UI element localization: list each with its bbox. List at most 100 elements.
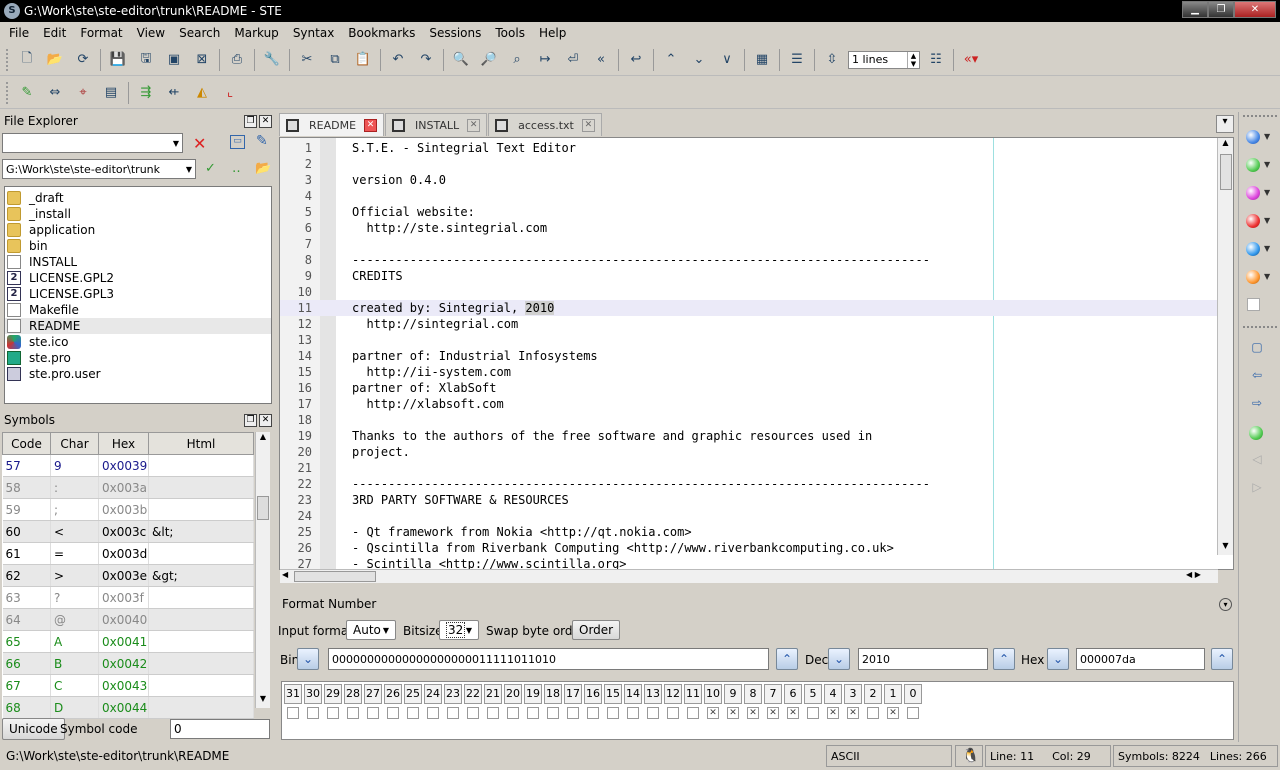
tab-access[interactable]: access.txt ✕ (488, 113, 602, 136)
apply-lines-icon[interactable]: ☷ (925, 49, 947, 71)
tab-install[interactable]: INSTALL ✕ (385, 113, 488, 136)
menu-format[interactable]: Format (73, 26, 129, 40)
editor-hscroll[interactable]: ◀ ◀ ▶ (280, 569, 1218, 583)
menu-sessions[interactable]: Sessions (422, 26, 488, 40)
editor-line[interactable]: 16 partner of: XlabSoft (280, 380, 1217, 396)
unindent-icon[interactable]: ⇷ (163, 82, 185, 104)
back-icon[interactable]: « (590, 49, 612, 71)
goto-icon[interactable]: ↦ (534, 49, 556, 71)
editor-line[interactable]: 27 - Scintilla <http://www.scintilla.org> (280, 556, 1217, 569)
editor-line[interactable]: 3 version 0.4.0 (280, 172, 1217, 188)
bit-checkbox[interactable] (807, 707, 819, 719)
bitsize-select[interactable]: 32 ▼ (439, 620, 479, 640)
tree-item[interactable]: _install (5, 206, 271, 222)
table-row[interactable]: 59; 0x003b (2, 498, 254, 521)
column-header-hex[interactable]: Hex (98, 432, 149, 455)
tree-item[interactable]: _draft (5, 190, 271, 206)
editor-line[interactable]: 22 --------------------------------------… (280, 476, 1217, 492)
editor-line[interactable]: 26 - Qscintilla from Riverbank Computing … (280, 540, 1217, 556)
editor-line[interactable]: 4 (280, 188, 1217, 204)
restore-button[interactable]: ❐ (1208, 1, 1234, 18)
symbol-code-input[interactable]: 0 (170, 719, 270, 739)
bit-checkbox[interactable]: ✕ (827, 707, 839, 719)
editor-vscroll[interactable]: ▲ ▼ (1217, 138, 1233, 555)
bit-checkbox[interactable] (627, 707, 639, 719)
paste-icon[interactable]: 📋 (352, 49, 374, 71)
float-panel-icon[interactable]: ❐ (244, 413, 257, 427)
editor-line[interactable]: 20 project. (280, 444, 1217, 460)
path-combo[interactable]: G:\Work\ste\ste-editor\trunk ▼ (2, 159, 196, 179)
tab-readme[interactable]: README ✕ (279, 113, 385, 136)
find-next-icon[interactable]: 🔎 (478, 49, 500, 71)
bit-checkbox[interactable] (367, 707, 379, 719)
orange-marker-icon[interactable] (1246, 270, 1260, 284)
tree-item[interactable]: Makefile (5, 302, 271, 318)
collapse-icon[interactable]: ▾ (1219, 597, 1232, 611)
corner-icon[interactable]: ⌞ (219, 82, 241, 104)
bit-checkbox[interactable] (287, 707, 299, 719)
table-row[interactable]: 61 = 0x003d (2, 542, 254, 565)
table-row[interactable]: 60 <0x003c &lt; (2, 520, 254, 543)
editor-line[interactable]: 7 (280, 236, 1217, 252)
bit-checkbox[interactable]: ✕ (847, 707, 859, 719)
clear-filter-icon[interactable]: ✕ (193, 134, 206, 153)
bit-checkbox[interactable] (307, 707, 319, 719)
bit-checkbox[interactable] (327, 707, 339, 719)
minimize-button[interactable]: ▁ (1182, 1, 1208, 18)
disk-icon[interactable]: ▤ (100, 82, 122, 104)
bit-checkbox[interactable] (407, 707, 419, 719)
lines-spinbox[interactable]: 1 lines ▲ ▼ (848, 50, 920, 69)
green-marker-icon[interactable] (1246, 158, 1260, 172)
table-row[interactable]: 68 D 0x0044 (2, 696, 254, 719)
bit-checkbox[interactable] (867, 707, 879, 719)
hex-down-icon[interactable]: ⌄ (1047, 648, 1069, 670)
bit-checkbox[interactable]: ✕ (727, 707, 739, 719)
bit-checkbox[interactable] (607, 707, 619, 719)
editor-line[interactable]: 2 (280, 156, 1217, 172)
bit-checkbox[interactable] (547, 707, 559, 719)
editor-line[interactable]: 19 Thanks to the authors of the free soft… (280, 428, 1217, 444)
float-panel-icon[interactable]: ❐ (244, 114, 257, 128)
palette-icon[interactable]: ▦ (751, 49, 773, 71)
table-row[interactable]: 62 >0x003e &gt; (2, 564, 254, 587)
order-button[interactable]: Order (572, 620, 621, 640)
bit-checkbox[interactable]: ✕ (767, 707, 779, 719)
tab-list-icon[interactable]: ▾ (1216, 115, 1234, 133)
bit-checkbox[interactable] (347, 707, 359, 719)
save-as-icon[interactable]: 🖫 (135, 49, 157, 71)
browse-folder-icon[interactable]: 📂 (255, 161, 271, 176)
bit-checkbox[interactable] (667, 707, 679, 719)
table-row[interactable]: 57 9 0x0039 (2, 454, 254, 477)
table-row[interactable]: 58:0x003a (2, 476, 254, 499)
menu-tools[interactable]: Tools (488, 26, 532, 40)
bin-down-icon[interactable]: ⌄ (297, 648, 319, 670)
table-row[interactable]: 65 A 0x0041 (2, 630, 254, 653)
hex-input[interactable]: 000007da (1076, 648, 1205, 670)
table-row[interactable]: 64 @0x0040 (2, 608, 254, 631)
indent-icon[interactable]: ⇶ (135, 82, 157, 104)
close-file-icon[interactable]: ⊠ (191, 49, 213, 71)
input-format-select[interactable]: Auto ▼ (346, 620, 396, 640)
editor-line[interactable]: 9 CREDITS (280, 268, 1217, 284)
return-icon[interactable]: ↩ (625, 49, 647, 71)
bit-checkbox[interactable] (907, 707, 919, 719)
prev-bookmark-icon[interactable]: ⇦ (1249, 368, 1265, 384)
editor-line[interactable]: 1 S.T.E. - Sintegrial Text Editor (280, 140, 1217, 156)
print-icon[interactable]: ⎙ (226, 49, 248, 71)
close-tab-icon[interactable]: ✕ (364, 118, 378, 132)
bit-checkbox[interactable]: ✕ (747, 707, 759, 719)
bit-checkbox[interactable] (687, 707, 699, 719)
new-file-icon[interactable]: 🗋 (16, 49, 38, 71)
bit-checkbox[interactable] (387, 707, 399, 719)
goto-line-icon[interactable]: ⏎ (562, 49, 584, 71)
sync-path-icon[interactable]: ✓ (205, 161, 216, 176)
editor-line[interactable]: 15 http://ii-system.com (280, 364, 1217, 380)
column-header-char[interactable]: Char (50, 432, 99, 455)
editor-line[interactable]: 6 http://ste.sintegrial.com (280, 220, 1217, 236)
scroll-thumb[interactable] (257, 496, 269, 520)
rewind-icon[interactable]: «▾ (960, 49, 982, 71)
bit-checkbox[interactable] (467, 707, 479, 719)
menu-edit[interactable]: Edit (36, 26, 73, 40)
tree-item-selected[interactable]: README (5, 318, 271, 334)
magenta-marker-icon[interactable] (1246, 186, 1260, 200)
